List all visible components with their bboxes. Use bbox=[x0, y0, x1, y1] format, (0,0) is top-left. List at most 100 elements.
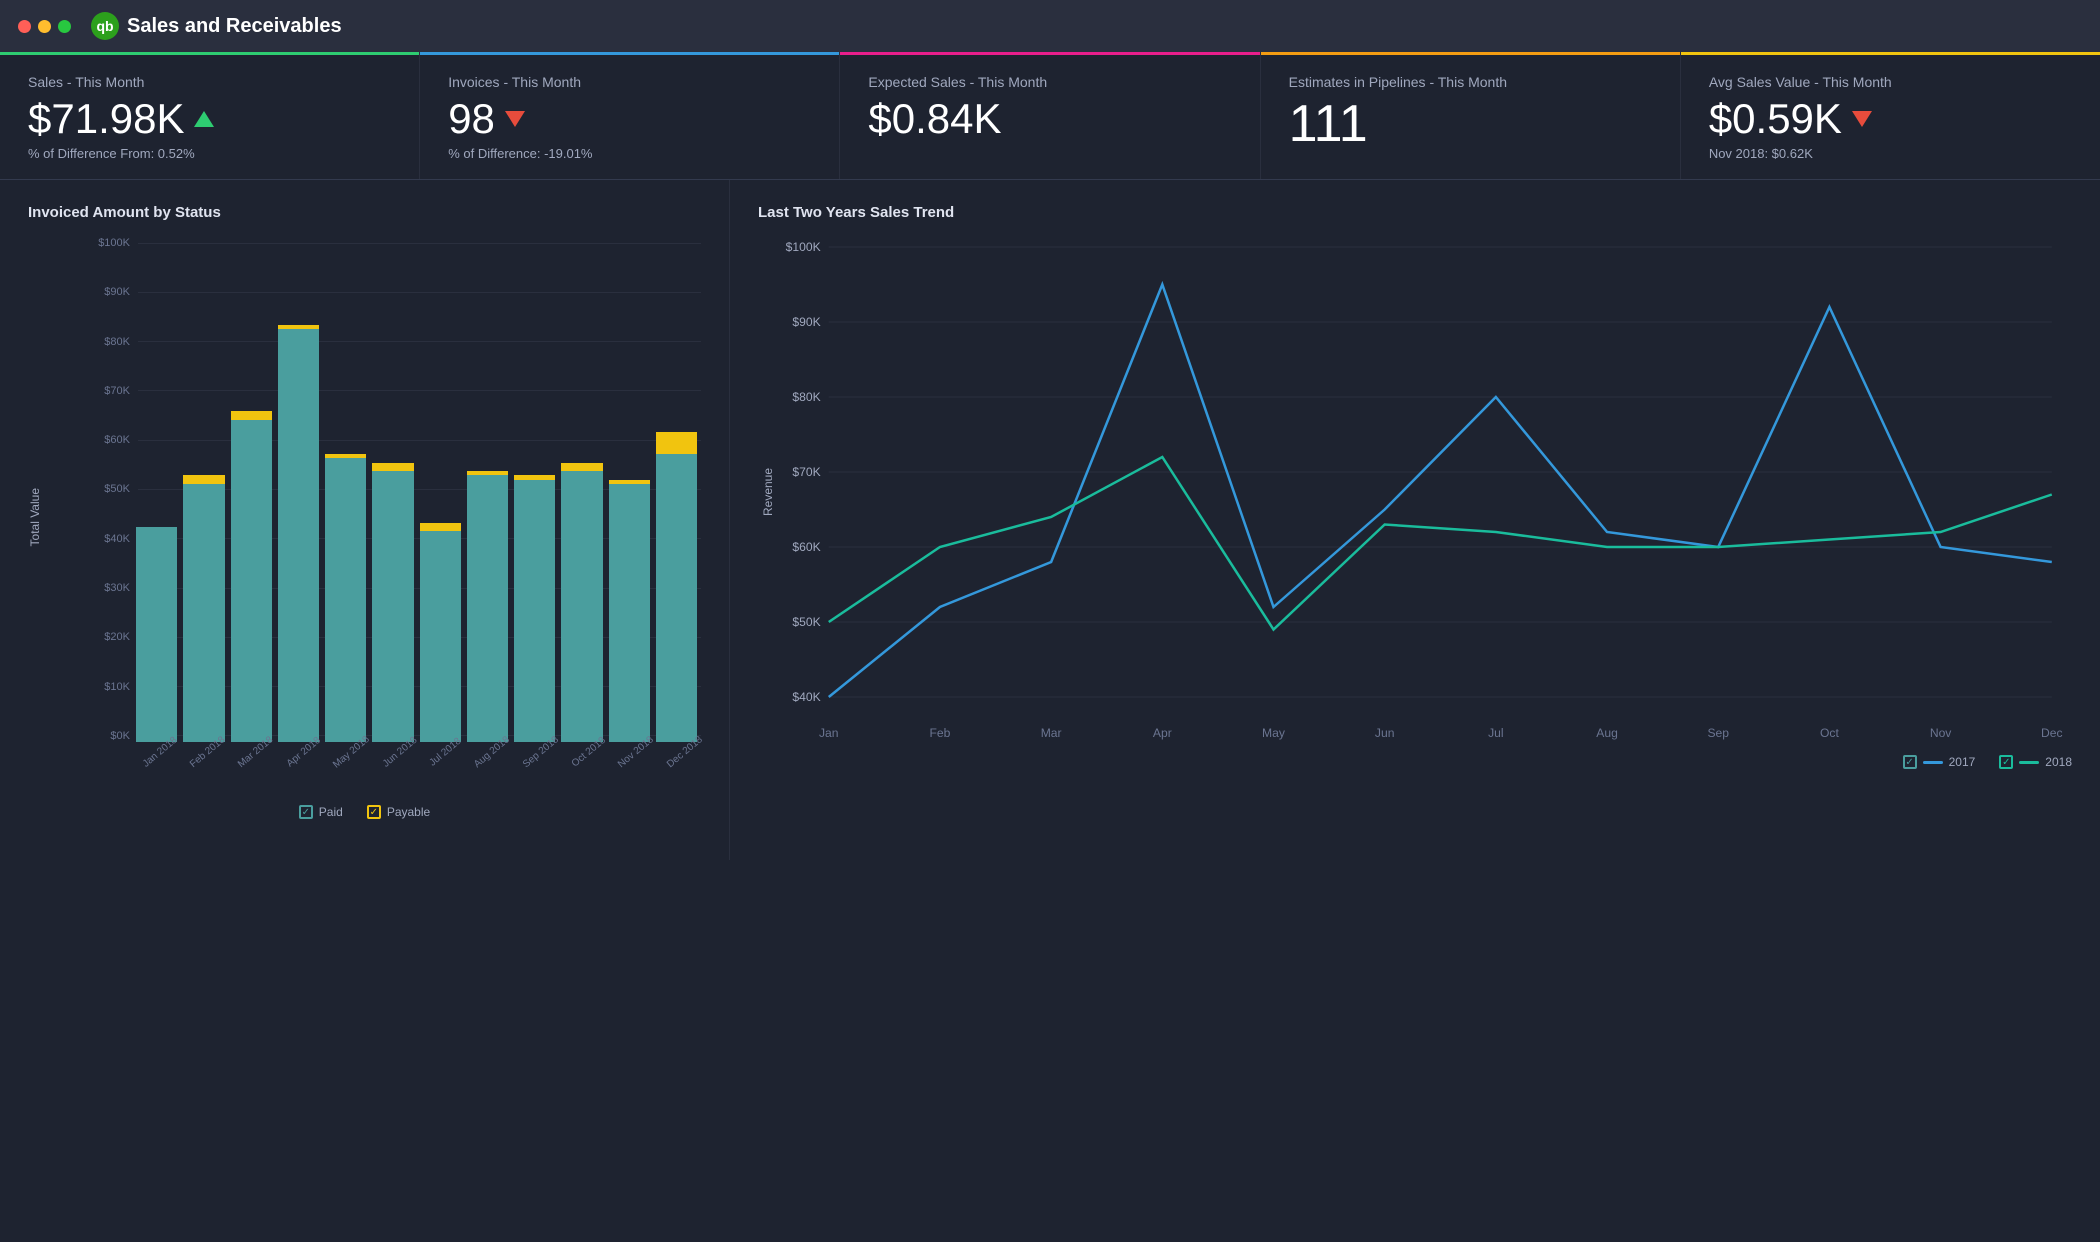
2017-check: ✓ bbox=[1903, 755, 1917, 769]
y-tick: $80K bbox=[90, 336, 130, 348]
bars-area bbox=[132, 237, 701, 742]
bar-chart-container: Total Value $100K$90K$80K$70K$60K$50K$40… bbox=[28, 237, 701, 797]
bar-stack bbox=[514, 475, 555, 742]
y-tick-label: $70K bbox=[792, 465, 820, 479]
bar-paid bbox=[136, 527, 177, 742]
bar-paid bbox=[231, 420, 272, 743]
kpi-card-avg_sales: Avg Sales Value - This Month $0.59K Nov … bbox=[1681, 52, 2100, 179]
bar-stack bbox=[325, 454, 366, 742]
bar-stack bbox=[278, 325, 319, 742]
bar-group bbox=[231, 237, 272, 742]
bar-stack bbox=[656, 432, 697, 742]
bar-paid bbox=[467, 475, 508, 742]
bar-group bbox=[514, 237, 555, 742]
y-tick-label: $40K bbox=[792, 690, 820, 704]
line-2017 bbox=[829, 285, 2052, 698]
y-tick-label: $90K bbox=[792, 315, 820, 329]
kpi-value: $71.98K bbox=[28, 98, 391, 140]
y-tick: $40K bbox=[90, 533, 130, 545]
line-chart-panel: Last Two Years Sales Trend $100K $90K $80K… bbox=[730, 180, 2100, 860]
close-button[interactable] bbox=[18, 20, 31, 33]
x-tick-label: Aug bbox=[1596, 726, 1618, 740]
bar-stack bbox=[183, 475, 224, 742]
trend-down-icon bbox=[505, 111, 525, 127]
y-tick: $70K bbox=[90, 385, 130, 397]
line-chart-container: $100K$90K$80K$70K$60K$50K$40KJanFebMarAp… bbox=[758, 237, 2072, 747]
legend-2018: ✓ 2018 bbox=[1999, 755, 2072, 769]
kpi-row: Sales - This Month $71.98K % of Differen… bbox=[0, 52, 2100, 180]
bar-paid bbox=[372, 471, 413, 742]
bar-paid bbox=[183, 484, 224, 742]
y-tick-label: $50K bbox=[792, 615, 820, 629]
kpi-label: Expected Sales - This Month bbox=[868, 74, 1231, 90]
charts-row: Invoiced Amount by Status Total Value $1… bbox=[0, 180, 2100, 860]
x-tick-label: Sep bbox=[1707, 726, 1729, 740]
paid-check: ✓ bbox=[299, 805, 313, 819]
bar-stack bbox=[372, 463, 413, 743]
y-tick: $0K bbox=[90, 730, 130, 742]
bar-paid bbox=[656, 454, 697, 742]
legend-2017: ✓ 2017 bbox=[1903, 755, 1976, 769]
kpi-sub: Nov 2018: $0.62K bbox=[1709, 146, 2072, 161]
line-chart-title: Last Two Years Sales Trend bbox=[758, 204, 2072, 221]
y-tick: $10K bbox=[90, 681, 130, 693]
x-tick-label: Apr bbox=[1153, 726, 1172, 740]
bar-payable bbox=[561, 463, 602, 472]
y-tick: $50K bbox=[90, 483, 130, 495]
bar-chart-title: Invoiced Amount by Status bbox=[28, 204, 701, 221]
bar-payable bbox=[656, 432, 697, 454]
y-tick: $60K bbox=[90, 434, 130, 446]
kpi-label: Estimates in Pipelines - This Month bbox=[1289, 74, 1652, 90]
bar-chart-panel: Invoiced Amount by Status Total Value $1… bbox=[0, 180, 730, 860]
bar-group bbox=[372, 237, 413, 742]
kpi-card-sales: Sales - This Month $71.98K % of Differen… bbox=[0, 52, 420, 179]
bar-group bbox=[136, 237, 177, 742]
bar-chart-inner: $100K$90K$80K$70K$60K$50K$40K$30K$20K$10… bbox=[50, 237, 701, 797]
bar-group bbox=[656, 237, 697, 742]
2017-swatch bbox=[1923, 761, 1943, 764]
bar-paid bbox=[609, 484, 650, 742]
bar-paid bbox=[278, 329, 319, 742]
line-2018 bbox=[829, 457, 2052, 630]
bar-group bbox=[609, 237, 650, 742]
page-title: Sales and Receivables bbox=[127, 15, 342, 38]
trend-down-icon bbox=[1852, 111, 1872, 127]
bar-chart-legend: ✓ Paid ✓ Payable bbox=[28, 805, 701, 819]
bar-stack bbox=[136, 527, 177, 742]
bar-stack bbox=[467, 471, 508, 742]
bar-paid bbox=[420, 531, 461, 742]
trend-up-icon bbox=[194, 111, 214, 127]
paid-label: Paid bbox=[319, 805, 343, 819]
kpi-card-expected: Expected Sales - This Month $0.84K bbox=[840, 52, 1260, 179]
logo-text: qb bbox=[96, 18, 113, 34]
bar-paid bbox=[325, 458, 366, 742]
y-tick-label: $60K bbox=[792, 540, 820, 554]
y-tick-label: $80K bbox=[792, 390, 820, 404]
x-tick-label: Mar bbox=[1041, 726, 1062, 740]
kpi-value: $0.59K bbox=[1709, 98, 2072, 140]
2017-label: 2017 bbox=[1949, 755, 1976, 769]
minimize-button[interactable] bbox=[38, 20, 51, 33]
x-tick-label: Feb bbox=[930, 726, 951, 740]
y-tick-label: $100K bbox=[786, 240, 821, 254]
kpi-label: Sales - This Month bbox=[28, 74, 391, 90]
bar-group bbox=[325, 237, 366, 742]
y-axis-label: Total Value bbox=[28, 488, 42, 546]
bar-group bbox=[561, 237, 602, 742]
bar-group bbox=[420, 237, 461, 742]
y-tick: $100K bbox=[90, 237, 130, 249]
x-labels: Jan 2018Feb 2018Mar 2018Apr 2018May 2018… bbox=[132, 742, 701, 797]
bar-payable bbox=[231, 411, 272, 420]
legend-payable: ✓ Payable bbox=[367, 805, 430, 819]
2018-check: ✓ bbox=[1999, 755, 2013, 769]
y-tick: $20K bbox=[90, 631, 130, 643]
kpi-sub: % of Difference From: 0.52% bbox=[28, 146, 391, 161]
bar-stack bbox=[609, 480, 650, 742]
bar-payable bbox=[372, 463, 413, 472]
traffic-lights bbox=[18, 20, 71, 33]
payable-label: Payable bbox=[387, 805, 430, 819]
kpi-card-estimates: Estimates in Pipelines - This Month 111 bbox=[1261, 52, 1681, 179]
x-tick-label: Jul bbox=[1488, 726, 1503, 740]
bar-group bbox=[278, 237, 319, 742]
maximize-button[interactable] bbox=[58, 20, 71, 33]
